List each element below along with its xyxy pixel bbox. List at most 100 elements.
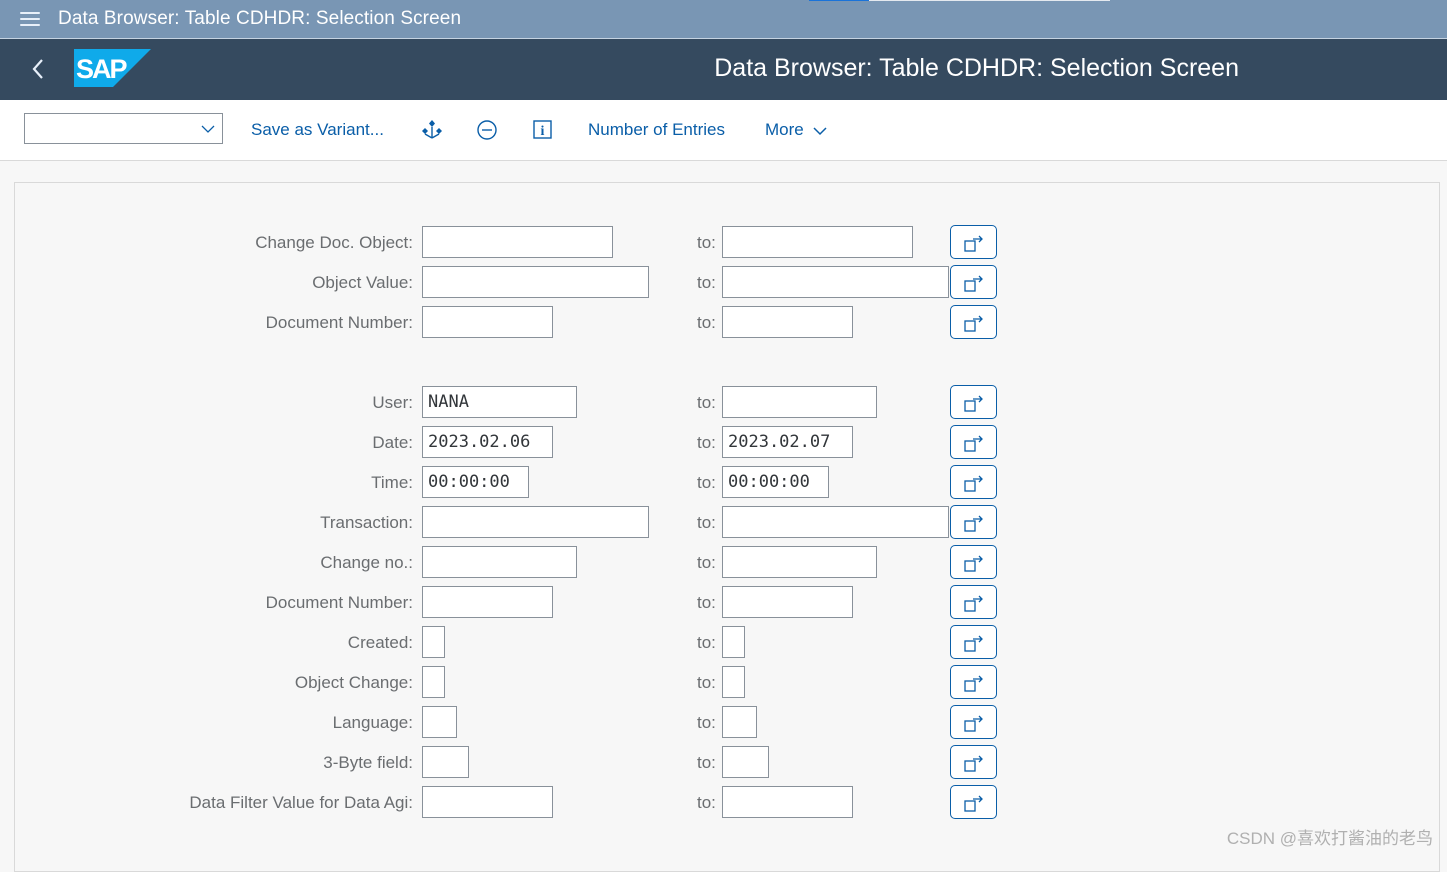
transaction-to-label: to: xyxy=(697,513,716,533)
date-from-input[interactable] xyxy=(422,426,553,458)
sap-logo-text: SAP xyxy=(76,54,128,84)
hierarchy-icon xyxy=(421,119,443,141)
created-label: Created: xyxy=(348,633,413,653)
transaction-multiple-selection-button[interactable] xyxy=(950,505,997,539)
shell-bar: SAP Data Browser: Table CDHDR: Selection… xyxy=(0,39,1447,100)
variant-select[interactable] xyxy=(24,113,223,144)
language-to-label: to: xyxy=(697,713,716,733)
language-from-input[interactable] xyxy=(422,706,457,738)
form-row-document-number-2: Document Number: to: xyxy=(0,585,1447,619)
multiple-selection-icon xyxy=(963,312,985,334)
object-value-label: Object Value: xyxy=(312,273,413,293)
created-to-input[interactable] xyxy=(722,626,745,658)
created-to-label: to: xyxy=(697,633,716,653)
time-multiple-selection-button[interactable] xyxy=(950,465,997,499)
document-number-2-to-input[interactable] xyxy=(722,586,853,618)
window-title: Data Browser: Table CDHDR: Selection Scr… xyxy=(58,8,461,30)
three-byte-field-from-input[interactable] xyxy=(422,746,469,778)
document-number-2-label: Document Number: xyxy=(266,593,413,613)
multiple-selection-icon xyxy=(963,752,985,774)
change-doc-object-to-input[interactable] xyxy=(722,226,913,258)
window-titlebar: Data Browser: Table CDHDR: Selection Scr… xyxy=(0,0,1447,39)
multiple-selection-icon xyxy=(963,272,985,294)
created-multiple-selection-button[interactable] xyxy=(950,625,997,659)
watermark: CSDN @喜欢打酱油的老鸟 xyxy=(1227,824,1433,849)
user-label: User: xyxy=(372,393,413,413)
data-filter-value-label: Data Filter Value for Data Agi: xyxy=(189,793,413,813)
form-row-document-number-1: Document Number:to: xyxy=(0,305,1447,339)
transaction-from-input[interactable] xyxy=(422,506,649,538)
info-button[interactable]: i xyxy=(532,119,554,141)
back-button[interactable] xyxy=(26,54,50,84)
info-icon: i xyxy=(532,119,554,141)
date-multiple-selection-button[interactable] xyxy=(950,425,997,459)
document-number-1-to-input[interactable] xyxy=(722,306,853,338)
data-filter-value-from-input[interactable] xyxy=(422,786,553,818)
object-value-to-input[interactable] xyxy=(722,266,949,298)
svg-text:i: i xyxy=(541,124,545,139)
three-byte-field-multiple-selection-button[interactable] xyxy=(950,745,997,779)
object-change-from-input[interactable] xyxy=(422,666,445,698)
time-to-label: to: xyxy=(697,473,716,493)
change-no-from-input[interactable] xyxy=(422,546,577,578)
document-number-2-to-label: to: xyxy=(697,593,716,613)
sap-logo: SAP xyxy=(74,49,151,87)
data-filter-value-to-input[interactable] xyxy=(722,786,853,818)
time-label: Time: xyxy=(371,473,413,493)
more-menu-button[interactable]: More xyxy=(765,120,828,140)
multiple-selection-icon xyxy=(963,632,985,654)
multiple-selection-icon xyxy=(963,592,985,614)
save-as-variant-button[interactable]: Save as Variant... xyxy=(251,120,384,140)
date-to-input[interactable] xyxy=(722,426,853,458)
number-of-entries-button[interactable]: Number of Entries xyxy=(588,120,725,140)
user-to-input[interactable] xyxy=(722,386,877,418)
change-no-to-label: to: xyxy=(697,553,716,573)
object-value-multiple-selection-button[interactable] xyxy=(950,265,997,299)
object-value-from-input[interactable] xyxy=(422,266,649,298)
user-to-label: to: xyxy=(697,393,716,413)
hamburger-icon[interactable] xyxy=(20,12,40,28)
form-row-three-byte-field: 3-Byte field:to: xyxy=(0,745,1447,779)
document-number-1-multiple-selection-button[interactable] xyxy=(950,305,997,339)
user-multiple-selection-button[interactable] xyxy=(950,385,997,419)
change-doc-object-multiple-selection-button[interactable] xyxy=(950,225,997,259)
object-change-multiple-selection-button[interactable] xyxy=(950,665,997,699)
user-from-input[interactable] xyxy=(422,386,577,418)
more-label: More xyxy=(765,120,804,139)
data-filter-value-multiple-selection-button[interactable] xyxy=(950,785,997,819)
created-from-input[interactable] xyxy=(422,626,445,658)
form-row-change-no: Change no.:to: xyxy=(0,545,1447,579)
transaction-label: Transaction: xyxy=(320,513,413,533)
three-byte-field-to-input[interactable] xyxy=(722,746,769,778)
object-change-label: Object Change: xyxy=(295,673,413,693)
multiple-selection-icon xyxy=(963,792,985,814)
object-change-to-input[interactable] xyxy=(722,666,745,698)
form-row-user: User: to: xyxy=(0,385,1447,419)
document-number-2-from-input[interactable] xyxy=(422,586,553,618)
three-byte-field-to-label: to: xyxy=(697,753,716,773)
hierarchy-button[interactable] xyxy=(421,119,443,141)
minus-button[interactable] xyxy=(476,119,498,141)
chevron-left-icon xyxy=(26,54,50,84)
language-to-input[interactable] xyxy=(722,706,757,738)
transaction-to-input[interactable] xyxy=(722,506,949,538)
form-row-transaction: Transaction: to: xyxy=(0,505,1447,539)
multiple-selection-icon xyxy=(963,232,985,254)
change-no-multiple-selection-button[interactable] xyxy=(950,545,997,579)
chevron-down-icon xyxy=(812,125,828,137)
form-row-created: Created: to: xyxy=(0,625,1447,659)
change-doc-object-label: Change Doc. Object: xyxy=(255,233,413,253)
loading-indicator-fill xyxy=(809,0,869,1)
time-from-input[interactable] xyxy=(422,466,529,498)
document-number-2-multiple-selection-button[interactable] xyxy=(950,585,997,619)
object-change-to-label: to: xyxy=(697,673,716,693)
change-no-to-input[interactable] xyxy=(722,546,877,578)
minus-circle-icon xyxy=(476,119,498,141)
document-number-1-from-input[interactable] xyxy=(422,306,553,338)
change-doc-object-from-input[interactable] xyxy=(422,226,613,258)
chevron-down-icon xyxy=(201,122,215,136)
multiple-selection-icon xyxy=(963,672,985,694)
multiple-selection-icon xyxy=(963,472,985,494)
language-multiple-selection-button[interactable] xyxy=(950,705,997,739)
time-to-input[interactable] xyxy=(722,466,829,498)
